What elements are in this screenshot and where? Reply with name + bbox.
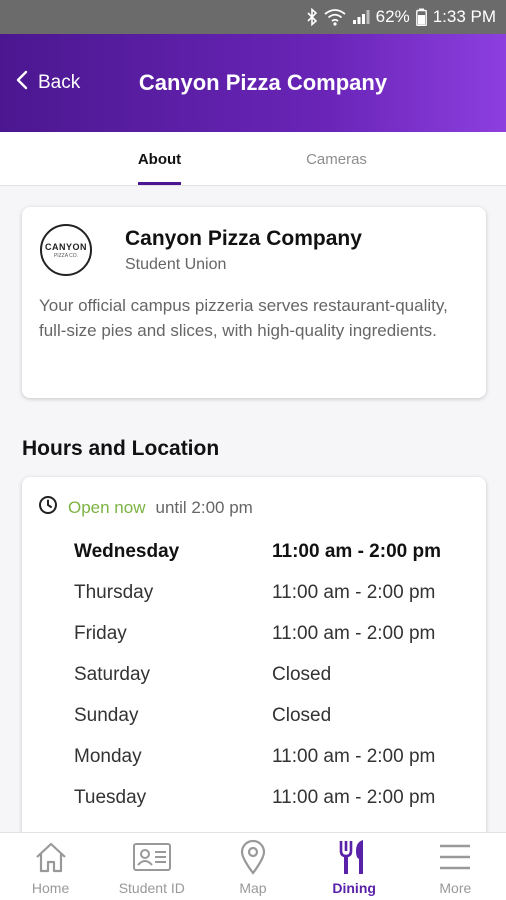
- hours-day: Saturday: [74, 664, 151, 685]
- hours-card: Open now until 2:00 pm Wednesday 11:00 a…: [22, 477, 486, 832]
- bottom-nav: Home Student ID Map Dining More: [0, 832, 506, 900]
- tab-about-label: About: [137, 150, 182, 168]
- home-icon: [33, 839, 69, 875]
- hours-time: 11:00 am - 2:00 pm: [272, 787, 436, 808]
- clock-icon: [38, 495, 58, 520]
- logo-subtext: PIZZA CO.: [53, 252, 79, 259]
- tab-active-indicator: [138, 182, 181, 185]
- nav-dining[interactable]: Dining: [304, 833, 405, 900]
- hours-day: Thursday: [74, 582, 154, 603]
- tab-cameras[interactable]: Cameras: [290, 132, 383, 186]
- nav-dining-label: Dining: [332, 880, 376, 896]
- clock: 1:33 PM: [432, 7, 496, 26]
- nav-student-id-label: Student ID: [118, 880, 185, 896]
- nav-more[interactable]: More: [405, 833, 506, 900]
- battery-percent: 62%: [375, 7, 410, 26]
- app-header: Back Canyon Pizza Company: [0, 34, 506, 132]
- hours-day: Sunday: [74, 705, 139, 726]
- restaurant-logo: CANYON PIZZA CO.: [40, 224, 92, 276]
- battery-icon: [415, 8, 427, 26]
- tab-cameras-label: Cameras: [306, 150, 367, 168]
- page-title: Canyon Pizza Company: [138, 70, 388, 95]
- tab-bar: About Cameras: [0, 132, 506, 186]
- nav-student-id[interactable]: Student ID: [101, 833, 202, 900]
- hours-time: Closed: [272, 664, 332, 685]
- hours-day: Monday: [74, 746, 142, 767]
- hours-time: 11:00 am - 2:00 pm: [272, 623, 436, 644]
- map-pin-icon: [238, 839, 268, 875]
- restaurant-location: Student Union: [125, 256, 227, 273]
- open-until-label: until 2:00 pm: [155, 497, 253, 517]
- nav-map-label: Map: [239, 880, 267, 896]
- open-status-row: Open now until 2:00 pm: [38, 495, 253, 520]
- hours-time: 11:00 am - 2:00 pm: [272, 746, 436, 767]
- signal-icon: [352, 9, 370, 25]
- about-card: CANYON PIZZA CO. Canyon Pizza Company St…: [22, 207, 486, 398]
- tab-about[interactable]: About: [118, 132, 201, 186]
- restaurant-description: Your official campus pizzeria serves res…: [39, 296, 448, 340]
- hours-time: Closed: [272, 705, 332, 726]
- bluetooth-icon: [306, 8, 318, 26]
- status-bar: 62% 1:33 PM: [0, 0, 506, 34]
- open-now-label: Open now: [68, 497, 146, 517]
- wifi-icon: [324, 8, 346, 26]
- fork-knife-icon: [337, 839, 371, 875]
- hours-time: 11:00 am - 2:00 pm: [272, 541, 441, 562]
- content-scroll-area[interactable]: CANYON PIZZA CO. Canyon Pizza Company St…: [0, 187, 506, 832]
- restaurant-name: Canyon Pizza Company: [125, 227, 362, 250]
- nav-home[interactable]: Home: [0, 833, 101, 900]
- hours-day: Tuesday: [74, 787, 147, 808]
- hours-time: 11:00 am - 2:00 pm: [272, 582, 436, 603]
- hours-day: Wednesday: [74, 541, 180, 562]
- hours-day: Friday: [74, 623, 127, 644]
- nav-map[interactable]: Map: [202, 833, 303, 900]
- nav-home-label: Home: [31, 880, 70, 896]
- nav-more-label: More: [439, 880, 472, 896]
- section-title-hours: Hours and Location: [22, 437, 220, 460]
- logo-text: CANYON: [44, 241, 87, 252]
- menu-icon: [438, 839, 472, 875]
- id-card-icon: [132, 839, 172, 875]
